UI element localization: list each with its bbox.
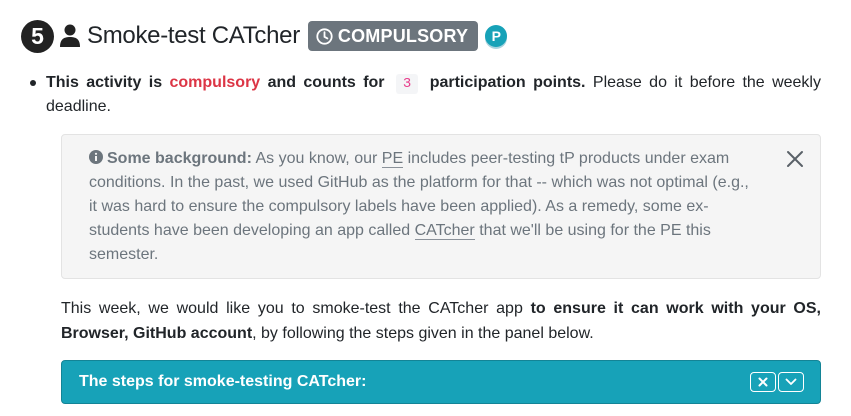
person-icon	[59, 24, 81, 48]
notice-close-button[interactable]	[784, 148, 806, 170]
close-icon	[787, 151, 803, 167]
activity-title: Smoke-test CATcher	[87, 22, 300, 49]
instructions-paragraph: This week, we would like you to smoke-te…	[61, 296, 821, 346]
compulsory-badge: COMPULSORY	[307, 21, 479, 51]
activity-summary: This activity is compulsory and counts f…	[46, 71, 821, 118]
info-circle-icon	[89, 148, 103, 164]
participation-badge[interactable]: P	[485, 25, 508, 47]
summary-text-3: participation points.	[429, 74, 586, 91]
notice-heading: Some background:	[107, 150, 252, 167]
panel-close-button[interactable]	[750, 372, 776, 392]
times-icon	[758, 377, 768, 387]
activity-header: 5 Smoke-test CATcher COMPULSORY P	[21, 16, 508, 56]
panel-title: The steps for smoke-testing CATcher:	[79, 373, 367, 390]
compulsory-badge-label: COMPULSORY	[337, 25, 469, 46]
step-number-badge: 5	[21, 19, 54, 53]
summary-text-2: and counts for	[267, 74, 385, 91]
bullet-marker	[30, 80, 36, 86]
points-count: 3	[395, 74, 419, 94]
notice-text-1: As you know, our	[255, 150, 378, 167]
steps-panel-header[interactable]: The steps for smoke-testing CATcher:	[61, 360, 821, 404]
compulsory-highlight: compulsory	[169, 74, 261, 91]
catcher-link[interactable]: CATcher	[414, 222, 475, 240]
instructions-text-2: , by following the steps given in the pa…	[252, 325, 594, 342]
instructions-text-1: This week, we would like you to smoke-te…	[61, 300, 523, 317]
panel-controls	[750, 372, 804, 392]
summary-text-1: This activity is	[46, 74, 163, 91]
notice-body: Some background: As you know, our PE inc…	[89, 147, 751, 267]
pe-link[interactable]: PE	[381, 150, 404, 168]
chevron-down-icon	[785, 378, 797, 385]
clock-icon	[316, 27, 333, 45]
panel-expand-button[interactable]	[778, 372, 804, 392]
background-notice: Some background: As you know, our PE inc…	[61, 134, 821, 279]
